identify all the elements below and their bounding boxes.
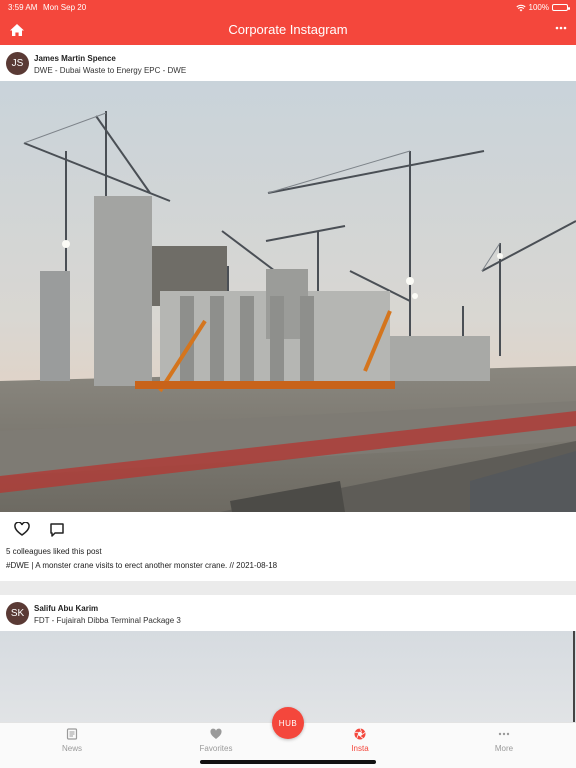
news-icon [66,728,78,740]
battery-percent: 100% [528,3,549,12]
tab-label: Favorites [199,744,233,753]
post-author[interactable]: Salifu Abu Karim [34,604,98,613]
post-project: DWE - Dubai Waste to Energy EPC - DWE [34,66,187,75]
app-screen: 3:59 AM Mon Sep 20 100% Corporate Instag… [0,0,576,768]
tab-favorites[interactable]: Favorites [176,728,256,753]
post-author[interactable]: James Martin Spence [34,54,116,63]
status-time: 3:59 AM [8,3,38,12]
post-actions [0,512,576,547]
hub-button[interactable]: HUB [272,707,304,739]
insta-feed[interactable]: JS James Martin Spence DWE - Dubai Waste… [0,45,576,729]
camera-aperture-icon [354,728,366,740]
heart-outline-icon[interactable] [14,522,30,536]
more-dots-icon [498,732,510,736]
page-title: Corporate Instagram [228,22,348,37]
feed-post: JS James Martin Spence DWE - Dubai Waste… [0,45,576,581]
likes-count[interactable]: 5 colleagues liked this post [0,547,576,561]
wifi-icon [515,4,526,11]
tab-label: More [494,744,514,753]
comment-icon[interactable] [49,522,65,538]
avatar[interactable]: JS [6,52,29,75]
battery-icon [552,4,570,11]
tab-more[interactable]: More [464,728,544,753]
status-date: Mon Sep 20 [43,3,87,12]
post-project: FDT - Fujairah Dibba Terminal Package 3 [34,616,181,625]
app-header: 3:59 AM Mon Sep 20 100% Corporate Instag… [0,0,576,45]
post-caption: #DWE | A monster crane visits to erect a… [6,561,278,570]
post-photo[interactable] [0,81,576,512]
post-header[interactable]: JS James Martin Spence DWE - Dubai Waste… [0,45,576,81]
post-header[interactable]: SK Salifu Abu Karim FDT - Fujairah Dibba… [0,595,576,631]
tab-insta[interactable]: Insta [320,728,400,753]
heart-icon [210,728,222,739]
status-right: 100% [515,3,570,12]
more-dots-icon[interactable] [555,26,567,30]
post-separator [0,581,576,595]
home-indicator[interactable] [200,760,376,764]
tab-label: Insta [351,744,369,753]
status-bar: 3:59 AM Mon Sep 20 100% [0,0,576,14]
avatar[interactable]: SK [6,602,29,625]
tab-label: News [61,744,82,753]
tab-news[interactable]: News [32,728,112,753]
construction-site-photo [0,81,576,512]
